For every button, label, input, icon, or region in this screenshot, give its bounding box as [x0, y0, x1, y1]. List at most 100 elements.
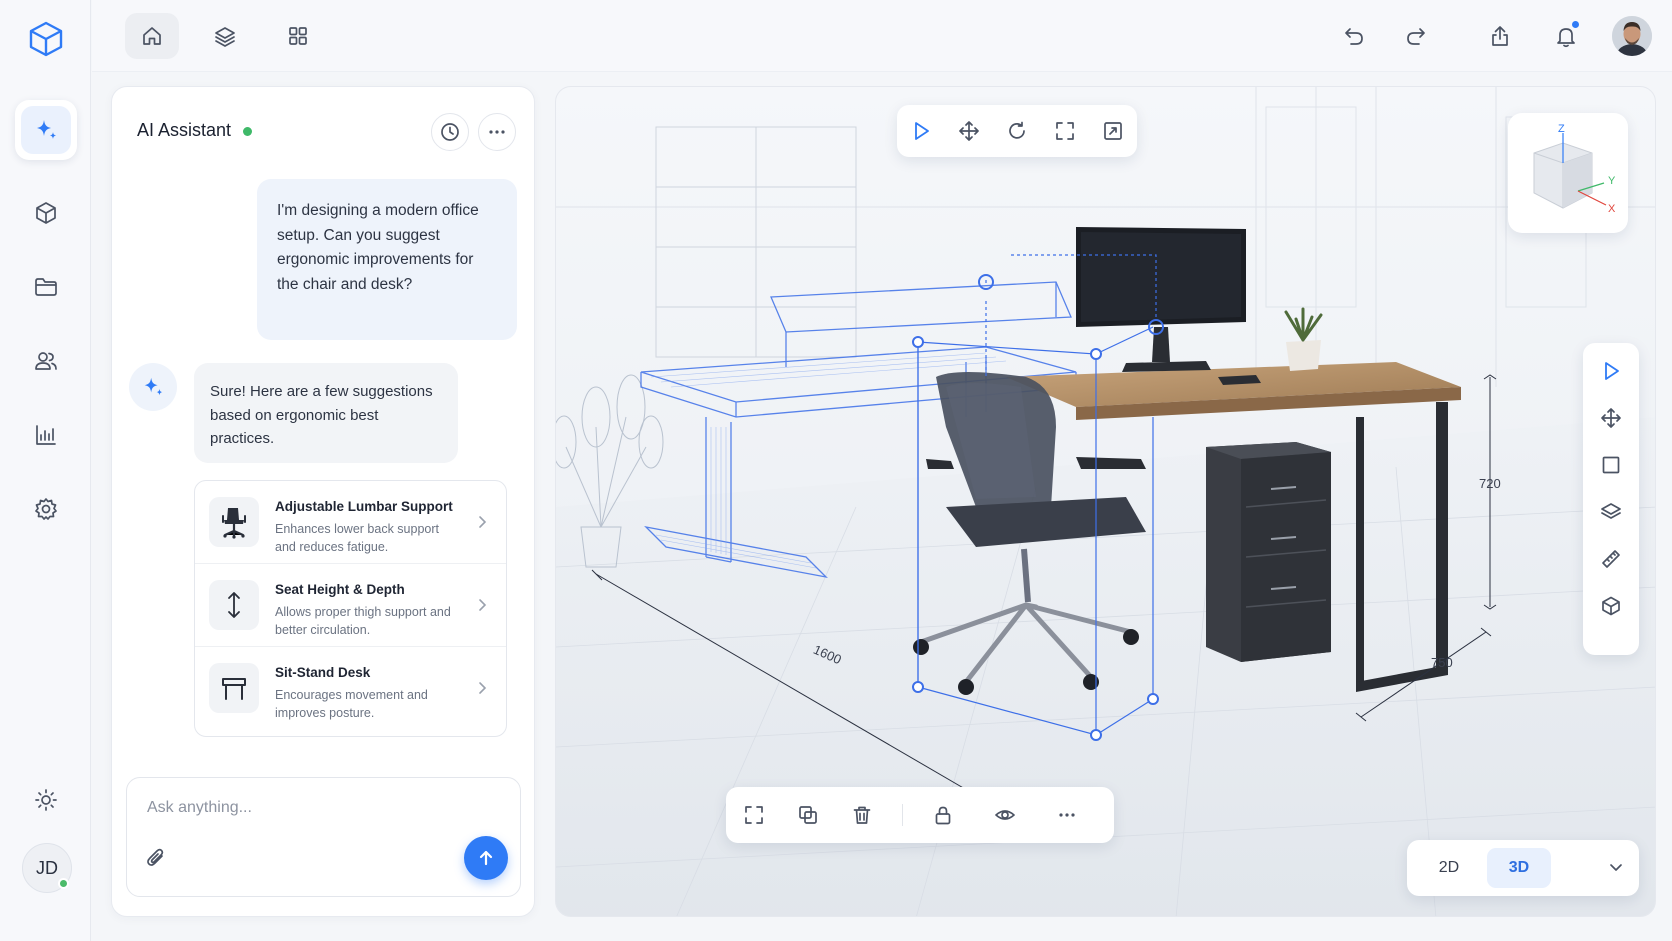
- duplicate-button[interactable]: [784, 791, 832, 839]
- paperclip-icon: [147, 848, 164, 866]
- suggestion-description: Enhances lower back support and reduces …: [275, 522, 439, 554]
- users-icon: [35, 352, 57, 370]
- right-tool-strip: [1583, 343, 1639, 655]
- left-rail: JD: [0, 0, 91, 941]
- cube-icon: [36, 202, 56, 224]
- attach-button[interactable]: [145, 846, 167, 868]
- gear-icon: [35, 498, 57, 520]
- frame-tool-button[interactable]: [1089, 107, 1137, 155]
- mode-3d-button[interactable]: 3D: [1487, 848, 1551, 888]
- arrow-up-icon: [479, 850, 493, 866]
- suggestion-title: Seat Height & Depth: [275, 582, 405, 597]
- grid-icon: [289, 27, 307, 45]
- visibility-button[interactable]: [981, 791, 1029, 839]
- rectangle-tool-button[interactable]: [1589, 443, 1633, 487]
- grid-button[interactable]: [271, 13, 325, 59]
- chevron-right-icon: [476, 598, 488, 612]
- more-icon: [489, 130, 505, 134]
- frame-select-icon: [745, 806, 763, 824]
- frame-select-button[interactable]: [730, 791, 778, 839]
- rail-models[interactable]: [15, 183, 77, 243]
- rectangle-icon: [1602, 456, 1620, 474]
- chat-input[interactable]: [147, 796, 447, 820]
- fit-view-button[interactable]: [1041, 107, 1089, 155]
- suggestion-lumbar-support[interactable]: Adjustable Lumbar Support Enhances lower…: [195, 481, 506, 563]
- 3d-viewport[interactable]: 720 1600 750 Z Y X 2D 3D: [555, 86, 1656, 917]
- select-icon: [1605, 362, 1619, 380]
- select-tool-button[interactable]: [897, 107, 945, 155]
- select-tool-side-button[interactable]: [1589, 349, 1633, 393]
- assistant-online-dot: [243, 127, 252, 136]
- measure-icon: [1602, 550, 1620, 568]
- send-button[interactable]: [464, 836, 508, 880]
- clock-icon: [441, 123, 459, 141]
- desk-icon: [209, 663, 259, 713]
- view-mode-toggle: 2D 3D: [1407, 840, 1639, 896]
- delete-icon: [853, 806, 871, 824]
- notifications-button[interactable]: [1539, 13, 1593, 59]
- folder-icon: [35, 278, 57, 296]
- duplicate-icon: [799, 806, 817, 824]
- mode-2d-button[interactable]: 2D: [1417, 848, 1481, 888]
- suggestions-list: Adjustable Lumbar Support Enhances lower…: [194, 480, 507, 737]
- share-icon: [1492, 26, 1508, 46]
- rotate-tool-button[interactable]: [993, 107, 1041, 155]
- delete-button[interactable]: [838, 791, 886, 839]
- layers-icon: [1601, 503, 1621, 519]
- office-chair-icon: [209, 497, 259, 547]
- redo-button[interactable]: [1389, 13, 1443, 59]
- mode-dropdown-button[interactable]: [1607, 858, 1625, 876]
- move-tool-side-button[interactable]: [1589, 396, 1633, 440]
- ai-message: Sure! Here are a few suggestions based o…: [194, 363, 458, 463]
- move-tool-button[interactable]: [945, 107, 993, 155]
- share-button[interactable]: [1473, 13, 1527, 59]
- suggestion-sit-stand-desk[interactable]: Sit-Stand Desk Encourages movement and i…: [195, 646, 506, 728]
- dimension-height-label: 720: [1479, 476, 1501, 491]
- more-options-button[interactable]: [478, 113, 516, 151]
- user-avatar[interactable]: JD: [22, 843, 72, 893]
- rail-settings[interactable]: [15, 479, 77, 539]
- view-cube[interactable]: Z Y X: [1508, 113, 1628, 233]
- measure-tool-button[interactable]: [1589, 537, 1633, 581]
- theme-toggle[interactable]: [15, 770, 77, 830]
- height-arrow-icon: [209, 580, 259, 630]
- redo-icon: [1407, 28, 1425, 45]
- chevron-right-icon: [476, 681, 488, 695]
- notification-badge: [1572, 21, 1579, 28]
- top-bar: [92, 0, 1672, 72]
- suggestion-seat-height[interactable]: Seat Height & Depth Allows proper thigh …: [195, 563, 506, 645]
- layers-button[interactable]: [198, 13, 252, 59]
- rail-analytics[interactable]: [15, 405, 77, 465]
- rail-ai-assistant[interactable]: [15, 100, 77, 160]
- chart-icon: [36, 425, 56, 445]
- suggestion-title: Adjustable Lumbar Support: [275, 499, 453, 514]
- rail-team[interactable]: [15, 331, 77, 391]
- move-icon: [959, 121, 979, 141]
- sparkle-icon: [37, 120, 56, 139]
- app-logo-icon[interactable]: [27, 20, 65, 58]
- ai-avatar: [129, 363, 177, 411]
- axis-z-label: Z: [1558, 123, 1565, 135]
- rail-files[interactable]: [15, 257, 77, 317]
- move-icon: [1601, 408, 1621, 428]
- more-actions-button[interactable]: [1043, 791, 1091, 839]
- visibility-icon: [995, 810, 1015, 820]
- select-icon: [915, 122, 929, 140]
- undo-icon: [1345, 28, 1363, 45]
- home-button[interactable]: [125, 13, 179, 59]
- lock-button[interactable]: [919, 791, 967, 839]
- rotate-icon: [1009, 121, 1025, 139]
- dimension-depth-label: 750: [1431, 655, 1453, 670]
- history-button[interactable]: [431, 113, 469, 151]
- panel-title: AI Assistant: [137, 120, 232, 140]
- suggestion-description: Allows proper thigh support and better c…: [275, 605, 451, 637]
- profile-avatar[interactable]: [1612, 16, 1652, 56]
- undo-button[interactable]: [1327, 13, 1381, 59]
- box-icon: [1602, 596, 1620, 616]
- orientation-cube-icon: [1533, 133, 1607, 209]
- box-tool-button[interactable]: [1589, 584, 1633, 628]
- object-action-bar: [726, 787, 1114, 843]
- layers-side-button[interactable]: [1589, 490, 1633, 534]
- chevron-down-icon: [1610, 864, 1622, 871]
- axis-y-label: Y: [1608, 175, 1616, 187]
